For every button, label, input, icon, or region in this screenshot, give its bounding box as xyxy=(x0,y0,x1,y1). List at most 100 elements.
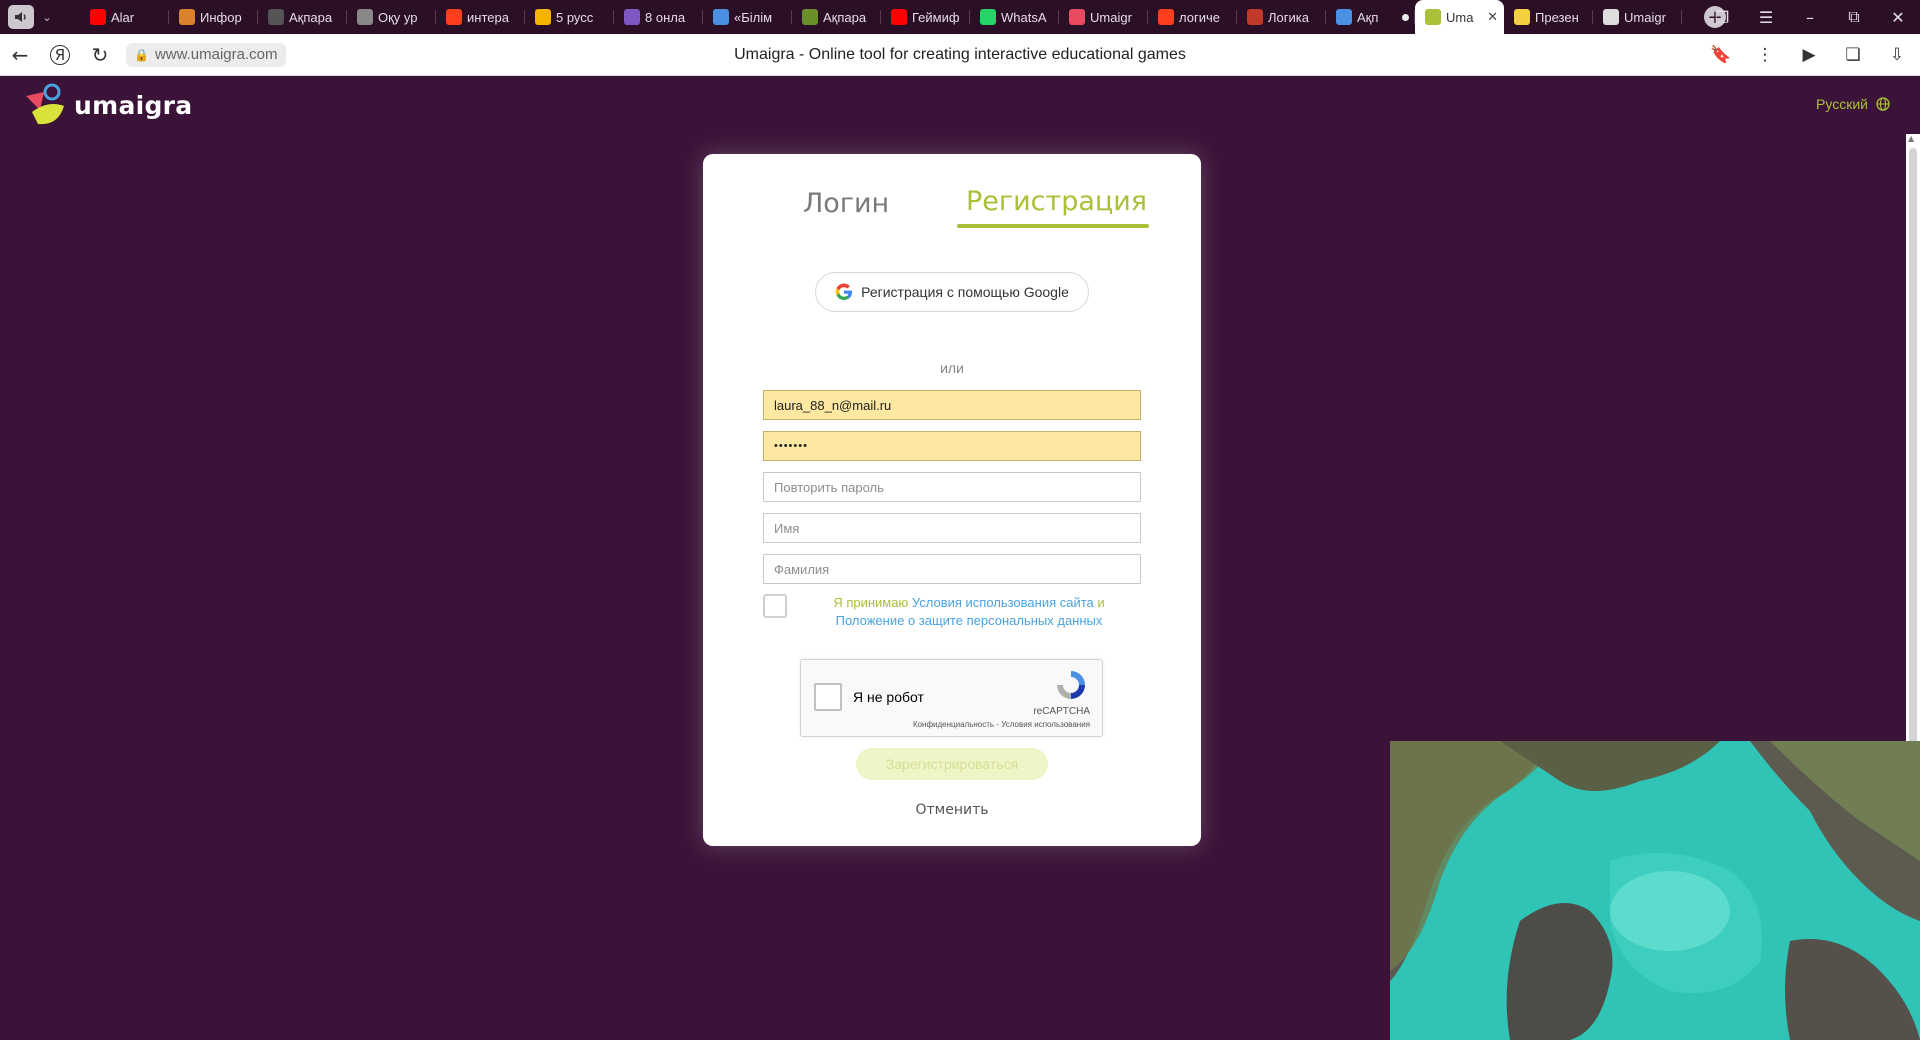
google-signup-button[interactable]: Регистрация с помощью Google xyxy=(815,272,1089,312)
browser-tab[interactable]: логиче xyxy=(1148,0,1237,34)
terms-of-use-link[interactable]: Условия использования сайта xyxy=(912,595,1094,610)
restore-icon[interactable]: ⧉ xyxy=(1832,7,1876,27)
tab-title: WhatsA xyxy=(1001,9,1047,25)
bookmark-icon[interactable]: 🔖 xyxy=(1704,45,1738,65)
last-name-field[interactable] xyxy=(763,554,1141,584)
lock-icon: 🔒 xyxy=(134,47,149,62)
url-field[interactable]: 🔒 www.umaigra.com xyxy=(126,42,286,67)
arrow-left-icon: ← xyxy=(11,42,29,67)
globe-icon xyxy=(1876,97,1890,111)
address-bar: Umaigra - Online tool for creating inter… xyxy=(0,34,1920,76)
browser-tab[interactable]: Инфор xyxy=(169,0,258,34)
registration-card: Логин Регистрация Регистрация с помощью … xyxy=(703,154,1201,846)
browser-tab[interactable]: Umaigr xyxy=(1593,0,1682,34)
close-tab-icon[interactable]: ✕ xyxy=(1487,9,1498,25)
terms-text: Я принимаю Условия использования сайта и… xyxy=(797,594,1141,630)
bookmarks-panel-icon[interactable]: ❐ xyxy=(1700,8,1744,27)
browser-tab[interactable]: Презен xyxy=(1504,0,1593,34)
site-icon xyxy=(535,9,551,25)
browser-tab[interactable]: интера xyxy=(436,0,525,34)
site-icon xyxy=(713,9,729,25)
or-divider: или xyxy=(940,360,964,376)
site-icon xyxy=(179,9,195,25)
recaptcha-logo-icon xyxy=(1057,671,1085,699)
language-label: Русский xyxy=(1816,96,1868,112)
picture-in-picture-video[interactable] xyxy=(1390,741,1920,1040)
cancel-link[interactable]: Отменить xyxy=(703,802,1201,818)
browser-tab[interactable]: Ақп xyxy=(1326,0,1415,34)
email-field[interactable] xyxy=(763,390,1141,420)
browser-tab[interactable]: WhatsA xyxy=(970,0,1059,34)
password-field[interactable] xyxy=(763,431,1141,461)
speaker-icon xyxy=(15,12,26,22)
tab-title: Логика xyxy=(1268,9,1309,25)
scroll-up-icon[interactable]: ▲ xyxy=(1908,134,1914,143)
browser-tab[interactable]: «Білім xyxy=(703,0,792,34)
site-icon xyxy=(1514,9,1530,25)
recaptcha-checkbox[interactable] xyxy=(814,683,842,711)
terms-checkbox[interactable] xyxy=(763,594,787,618)
back-button[interactable]: ← xyxy=(0,35,40,75)
tab-register[interactable]: Регистрация xyxy=(966,186,1147,217)
repeat-password-field[interactable] xyxy=(763,472,1141,502)
tabs-dropdown-button[interactable]: ⌄ xyxy=(38,5,56,29)
tab-title: интера xyxy=(467,9,509,25)
site-icon xyxy=(1247,9,1263,25)
menu-icon[interactable]: ☰ xyxy=(1744,8,1788,27)
browser-tab[interactable]: Логика xyxy=(1237,0,1326,34)
google-icon xyxy=(835,283,853,300)
tab-controls: ⌄ xyxy=(0,5,80,29)
minimize-icon[interactable]: – xyxy=(1788,8,1832,27)
site-icon xyxy=(268,9,284,25)
yandex-icon xyxy=(446,9,462,25)
yandex-home-button[interactable]: Я xyxy=(40,35,80,75)
youtube-icon xyxy=(90,9,106,25)
tab-title: Alar xyxy=(111,9,135,25)
recaptcha-widget: Я не робот reCAPTCHA Конфиденциальность … xyxy=(800,659,1103,737)
collections-icon[interactable]: ❏ xyxy=(1836,45,1870,65)
recaptcha-links[interactable]: Конфиденциальность - Условия использован… xyxy=(913,720,1090,729)
language-selector[interactable]: Русский xyxy=(1816,96,1890,112)
umaigra-logo-icon xyxy=(26,83,64,125)
tab-title: Инфор xyxy=(200,9,242,25)
logo-text: umaigra xyxy=(74,90,193,120)
more-options-icon[interactable]: ⋮ xyxy=(1748,45,1782,65)
terms-prefix: Я принимаю xyxy=(833,595,912,610)
register-button[interactable]: Зарегистрироваться xyxy=(856,748,1048,780)
yandex-logo-icon: Я xyxy=(50,44,70,65)
play-icon[interactable]: ▶ xyxy=(1792,45,1826,65)
tab-title: Ақп xyxy=(1357,9,1379,25)
privacy-policy-link[interactable]: Положение о защите персональных данных xyxy=(836,613,1103,628)
browser-tab[interactable]: Ақпара xyxy=(258,0,347,34)
aerial-lagoon-image xyxy=(1390,741,1920,1040)
close-window-icon[interactable]: ✕ xyxy=(1876,8,1920,27)
unsaved-dot-icon xyxy=(1402,13,1409,21)
scrollbar-thumb[interactable] xyxy=(1909,148,1917,748)
window-controls: ❐ ☰ – ⧉ ✕ xyxy=(1700,0,1920,34)
browser-tab[interactable]: Ақпара xyxy=(792,0,881,34)
download-icon[interactable]: ⇩ xyxy=(1880,45,1914,65)
browser-tab[interactable]: 8 онла xyxy=(614,0,703,34)
tab-title: Umaigr xyxy=(1090,9,1132,25)
chevron-down-icon: ⌄ xyxy=(42,10,52,24)
address-bar-actions: 🔖 ⋮ ▶ ❏ ⇩ xyxy=(1704,34,1914,76)
browser-tab[interactable]: Umaigr xyxy=(1059,0,1148,34)
reload-button[interactable]: ↻ xyxy=(80,35,120,75)
page-title: Umaigra - Online tool for creating inter… xyxy=(734,46,1186,63)
tab-title: логиче xyxy=(1179,9,1220,25)
tab-title: Umaigr xyxy=(1624,9,1666,25)
browser-tab[interactable]: 5 русс xyxy=(525,0,614,34)
browser-tab[interactable]: Uma ✕ xyxy=(1415,0,1504,34)
browser-tab[interactable]: Оқу ур xyxy=(347,0,436,34)
browser-tab-strip: ⌄ Alar Инфор Ақпара Оқу ур интера 5 русс 8 онл… xyxy=(0,0,1920,34)
tab-title: «Білім xyxy=(734,9,773,25)
browser-tab[interactable]: Геймиф xyxy=(881,0,970,34)
tab-title: Ақпара xyxy=(823,9,867,25)
tab-title: Оқу ур xyxy=(378,9,418,25)
sound-toggle-button[interactable] xyxy=(8,5,34,29)
tab-login[interactable]: Логин xyxy=(803,188,889,219)
site-logo[interactable]: umaigra xyxy=(24,82,192,128)
first-name-field[interactable] xyxy=(763,513,1141,543)
site-icon xyxy=(802,9,818,25)
browser-tab[interactable]: Alar xyxy=(80,0,169,34)
